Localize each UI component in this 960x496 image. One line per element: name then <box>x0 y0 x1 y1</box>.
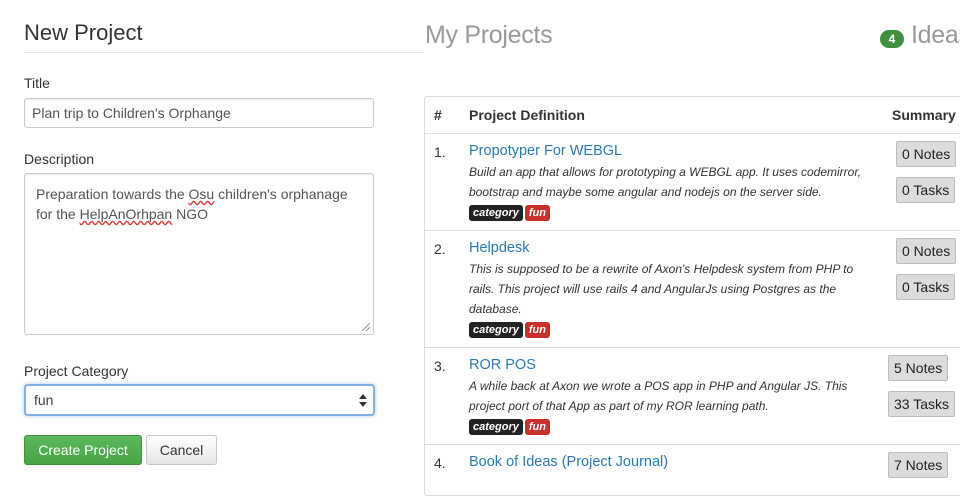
project-description: Build an app that allows for prototyping… <box>469 165 861 199</box>
table-row: 3. ROR POS A while back at Axon we wrote… <box>425 348 960 445</box>
project-description: This is supposed to be a rewrite of Axon… <box>469 262 854 316</box>
notes-count[interactable]: 5 Notes <box>888 355 949 381</box>
misspelled-word: HelpAnOrhpan <box>79 206 173 222</box>
fun-tag: fun <box>524 419 550 435</box>
column-header-definition: Project Definition <box>469 107 585 123</box>
description-line-2: for the HelpAnOrhpan NGO <box>36 206 208 222</box>
projects-table: # Project Definition Summary 1. Propotyp… <box>424 96 960 496</box>
project-name-link[interactable]: Book of Ideas (Project Journal) <box>469 454 668 470</box>
table-row: 4. Book of Ideas (Project Journal) 7 Not… <box>425 445 960 495</box>
cancel-button[interactable]: Cancel <box>146 435 217 465</box>
notes-count[interactable]: 7 Notes <box>888 452 949 478</box>
form-heading: New Project <box>24 20 143 45</box>
category-tag: category <box>469 322 523 338</box>
column-header-number: # <box>434 107 442 123</box>
ideas-count-badge: 4 <box>880 30 904 48</box>
column-header-summary: Summary <box>892 107 956 123</box>
description-label: Description <box>24 151 95 167</box>
project-description: A while back at Axon we wrote a POS app … <box>469 379 848 413</box>
create-project-button[interactable]: Create Project <box>24 435 142 465</box>
project-tags: category fun <box>469 419 552 435</box>
tasks-count[interactable]: 0 Tasks <box>896 177 956 203</box>
table-row: 2. Helpdesk This is supposed to be a rew… <box>425 231 960 348</box>
category-label: Project Category <box>24 363 129 379</box>
project-name-link[interactable]: ROR POS <box>469 357 536 373</box>
title-input[interactable]: Plan trip to Children's Orphange <box>24 98 374 128</box>
table-header: # Project Definition Summary <box>425 97 960 134</box>
title-label: Title <box>24 75 50 91</box>
category-select[interactable]: fun <box>24 384 375 416</box>
resize-grip-icon[interactable] <box>362 323 370 331</box>
project-name-link[interactable]: Helpdesk <box>469 240 529 256</box>
description-line-1: Preparation towards the Osu children's o… <box>36 186 348 202</box>
row-number: 1. <box>434 144 446 160</box>
table-row: 1. Propotyper For WEBGL Build an app tha… <box>425 134 960 231</box>
row-number: 2. <box>434 241 446 257</box>
category-tag: category <box>469 205 523 221</box>
category-tag: category <box>469 419 523 435</box>
project-name-link[interactable]: Propotyper For WEBGL <box>469 143 622 159</box>
notes-count[interactable]: 0 Notes <box>896 141 957 167</box>
tasks-count[interactable]: 0 Tasks <box>896 274 956 300</box>
fun-tag: fun <box>524 322 550 338</box>
project-tags: category fun <box>469 322 552 338</box>
fun-tag: fun <box>524 205 550 221</box>
tasks-count[interactable]: 33 Tasks <box>888 391 955 417</box>
category-selected-value: fun <box>34 392 54 408</box>
notes-count[interactable]: 0 Notes <box>896 238 957 264</box>
row-number: 4. <box>434 455 446 471</box>
misspelled-word: Osu <box>188 186 215 202</box>
my-projects-heading: My Projects <box>425 21 553 49</box>
form-divider <box>24 52 424 53</box>
description-textarea[interactable]: Preparation towards the Osu children's o… <box>24 173 374 335</box>
project-tags: category fun <box>469 205 552 221</box>
ideas-heading[interactable]: Ideas <box>911 18 960 52</box>
row-number: 3. <box>434 358 446 374</box>
select-arrows-icon <box>359 391 367 409</box>
